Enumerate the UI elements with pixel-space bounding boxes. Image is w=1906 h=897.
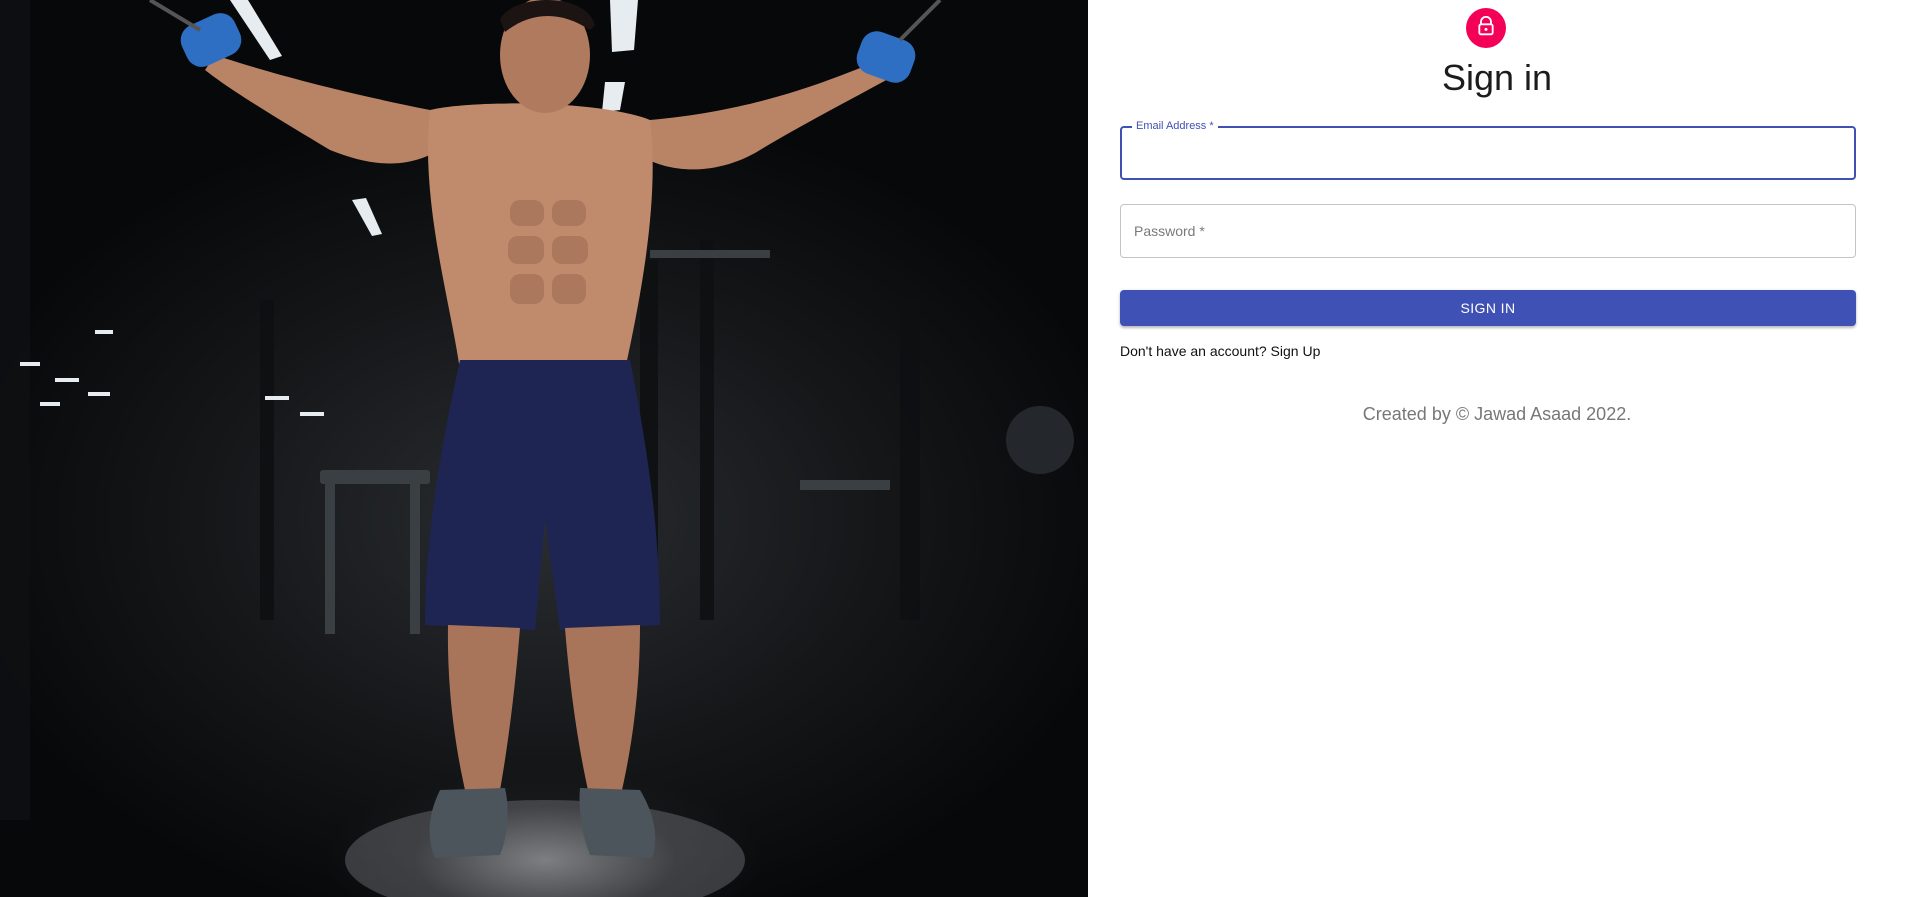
lock-icon	[1476, 15, 1496, 41]
page-title: Sign in	[1441, 57, 1553, 98]
athlete-illustration	[0, 0, 1074, 897]
email-field[interactable]: Email Address *	[1120, 119, 1856, 180]
password-label: Password *	[1134, 223, 1205, 239]
email-label: Email Address *	[1132, 119, 1218, 133]
lock-avatar	[1466, 8, 1506, 48]
signin-panel: Sign in Email Address * Password * SIGN …	[1088, 0, 1906, 897]
email-input[interactable]	[1122, 128, 1854, 178]
copyright-footer: Created by © Jawad Asaad 2022.	[1362, 404, 1632, 424]
signin-page: Sign in Email Address * Password * SIGN …	[0, 0, 1906, 897]
password-input[interactable]	[1121, 205, 1855, 257]
password-field[interactable]: Password *	[1120, 204, 1856, 258]
sign-in-button[interactable]: SIGN IN	[1120, 290, 1856, 326]
hero-image	[0, 0, 1088, 897]
sign-up-link[interactable]: Don't have an account? Sign Up	[1120, 342, 1320, 360]
